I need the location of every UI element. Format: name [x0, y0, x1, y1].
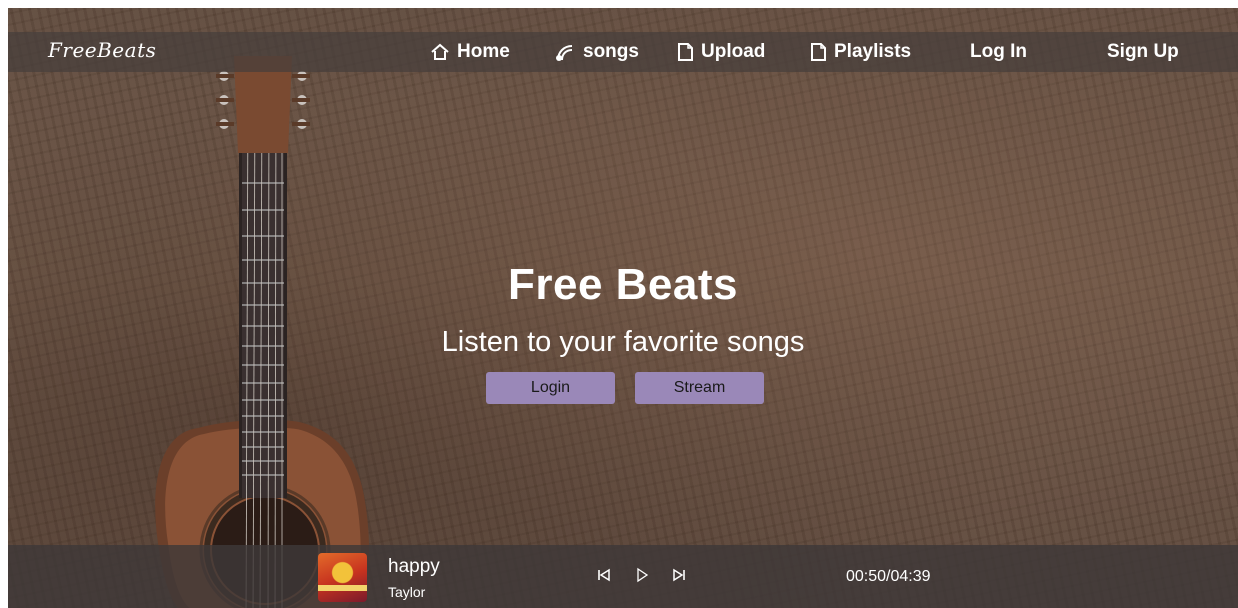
- nav-playlists[interactable]: Playlists: [809, 32, 911, 72]
- previous-icon[interactable]: [596, 567, 612, 583]
- play-icon[interactable]: [634, 567, 650, 583]
- album-cover-band: [318, 585, 367, 591]
- top-nav: FreeBeats Home songs Upload Playlists Lo…: [8, 32, 1238, 72]
- nav-home[interactable]: Home: [430, 32, 510, 72]
- nav-login[interactable]: Log In: [970, 32, 1027, 72]
- home-icon: [431, 43, 449, 60]
- song-title: happy: [388, 556, 440, 577]
- hero-title: Free Beats: [507, 260, 738, 309]
- hero-subtitle: Listen to your favorite songs: [441, 326, 805, 358]
- guitar-image: [155, 56, 369, 608]
- next-icon[interactable]: [671, 567, 687, 583]
- nav-songs[interactable]: songs: [554, 32, 639, 72]
- nav-signup[interactable]: Sign Up: [1107, 32, 1179, 72]
- song-artist: Taylor: [388, 584, 426, 600]
- music-player-bar: happy Taylor 00:50/04:39: [8, 545, 1238, 608]
- document-icon: [811, 43, 826, 61]
- login-button[interactable]: Login: [486, 372, 615, 404]
- nav-home-label: Home: [457, 41, 510, 62]
- nav-playlists-label: Playlists: [834, 41, 912, 62]
- document-icon: [678, 43, 693, 61]
- page-background: FreeBeats Home songs Upload Playlists Lo…: [8, 8, 1238, 608]
- nav-upload[interactable]: Upload: [676, 32, 765, 72]
- brand-logo[interactable]: FreeBeats: [48, 38, 156, 62]
- audio-waves-icon: [556, 45, 573, 61]
- playback-time: 00:50/04:39: [846, 568, 931, 585]
- nav-upload-label: Upload: [701, 41, 766, 62]
- nav-login-label: Log In: [970, 41, 1027, 62]
- stream-button[interactable]: Stream: [635, 372, 764, 404]
- nav-songs-label: songs: [583, 41, 639, 62]
- nav-signup-label: Sign Up: [1107, 41, 1179, 62]
- album-cover: [318, 553, 367, 602]
